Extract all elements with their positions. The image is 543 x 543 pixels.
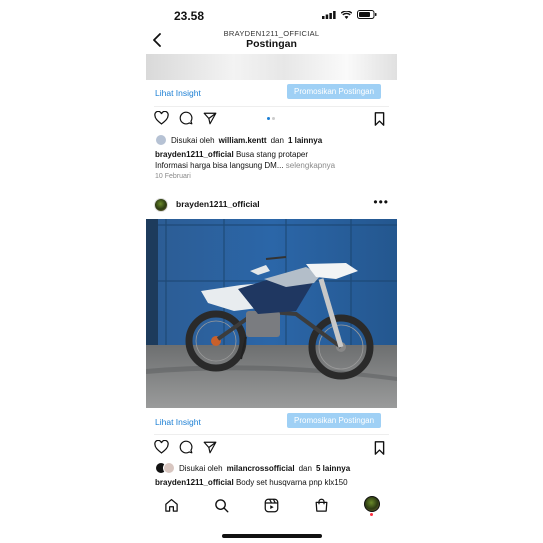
post1-date: 10 Februari xyxy=(155,173,191,180)
search-icon[interactable] xyxy=(214,498,229,513)
divider xyxy=(154,434,389,435)
more-link[interactable]: selengkapnya xyxy=(286,161,335,170)
post1-insight-link[interactable]: Lihat Insight xyxy=(155,88,201,98)
motorcycle-photo xyxy=(146,219,397,408)
more-options-icon[interactable]: ••• xyxy=(373,195,389,209)
post2-promote-button[interactable]: Promosikan Postingan xyxy=(287,413,382,428)
bookmark-icon[interactable] xyxy=(374,441,385,455)
liked-others[interactable]: 1 lainnya xyxy=(288,136,322,145)
caption-text: Body set husqvarna pnp klx150 xyxy=(235,478,348,487)
liker-avatar xyxy=(163,462,175,474)
home-icon[interactable] xyxy=(164,498,179,513)
carousel-dots xyxy=(267,117,275,120)
caption-text: Busa stang protaper xyxy=(235,150,308,159)
liked-user[interactable]: william.kentt xyxy=(219,136,267,145)
share-icon[interactable] xyxy=(203,112,217,125)
caption-username[interactable]: brayden1211_official xyxy=(155,478,234,487)
heart-icon[interactable] xyxy=(154,111,169,125)
page-title: Postingan xyxy=(246,38,297,50)
battery-icon xyxy=(357,10,377,19)
post2-avatar[interactable] xyxy=(154,198,168,212)
post2-username[interactable]: brayden1211_official xyxy=(176,199,260,209)
post1-promote-button[interactable]: Promosikan Postingan xyxy=(287,84,382,99)
profile-avatar[interactable] xyxy=(363,496,380,512)
liked-and: dan xyxy=(270,135,284,145)
post1-liked-by[interactable]: Disukai oleh william.kentt dan 1 lainnya xyxy=(155,134,322,146)
liker-avatar xyxy=(155,134,167,146)
bookmark-icon[interactable] xyxy=(374,112,385,126)
liked-user[interactable]: milancrossofficial xyxy=(227,464,295,473)
header-username: BRAYDEN1211_OFFICIAL xyxy=(223,29,320,38)
status-icons xyxy=(322,10,377,19)
reels-icon[interactable] xyxy=(264,498,279,513)
profile-tab[interactable] xyxy=(363,496,380,516)
shop-icon[interactable] xyxy=(314,498,329,513)
divider xyxy=(154,106,389,107)
caption-username[interactable]: brayden1211_official xyxy=(155,150,234,159)
comment-icon[interactable] xyxy=(179,111,193,125)
post1-image-bottom[interactable] xyxy=(146,54,397,80)
carousel-dot xyxy=(272,117,275,120)
comment-icon[interactable] xyxy=(179,440,193,454)
liked-and: dan xyxy=(298,463,312,473)
liked-prefix: Disukai oleh xyxy=(171,135,215,145)
post2-insight-link[interactable]: Lihat Insight xyxy=(155,417,201,427)
home-indicator xyxy=(222,534,322,538)
status-time: 23.58 xyxy=(174,9,205,23)
tab-bar xyxy=(146,496,397,516)
caption-text-line2: Informasi harga bisa langsung DM... xyxy=(155,161,284,170)
post2-liked-by[interactable]: Disukai oleh milancrossofficial dan 5 la… xyxy=(155,462,350,474)
post1-actions xyxy=(154,111,217,125)
post1-caption: brayden1211_official Busa stang protaper… xyxy=(155,149,387,171)
liked-prefix: Disukai oleh xyxy=(179,463,223,473)
signal-icon xyxy=(322,10,336,19)
liked-others[interactable]: 5 lainnya xyxy=(316,464,350,473)
notification-dot xyxy=(369,513,373,516)
post2-actions xyxy=(154,440,217,454)
wifi-icon xyxy=(341,10,352,19)
liker-avatars xyxy=(155,462,175,474)
post2-caption: brayden1211_official Body set husqvarna … xyxy=(155,477,387,488)
carousel-dot-active xyxy=(267,117,270,120)
share-icon[interactable] xyxy=(203,441,217,454)
phone-screen: 23.58 BRAYDEN1211_OFFICIAL Postingan Lih… xyxy=(146,0,397,543)
post2-image[interactable] xyxy=(146,219,397,408)
heart-icon[interactable] xyxy=(154,440,169,454)
